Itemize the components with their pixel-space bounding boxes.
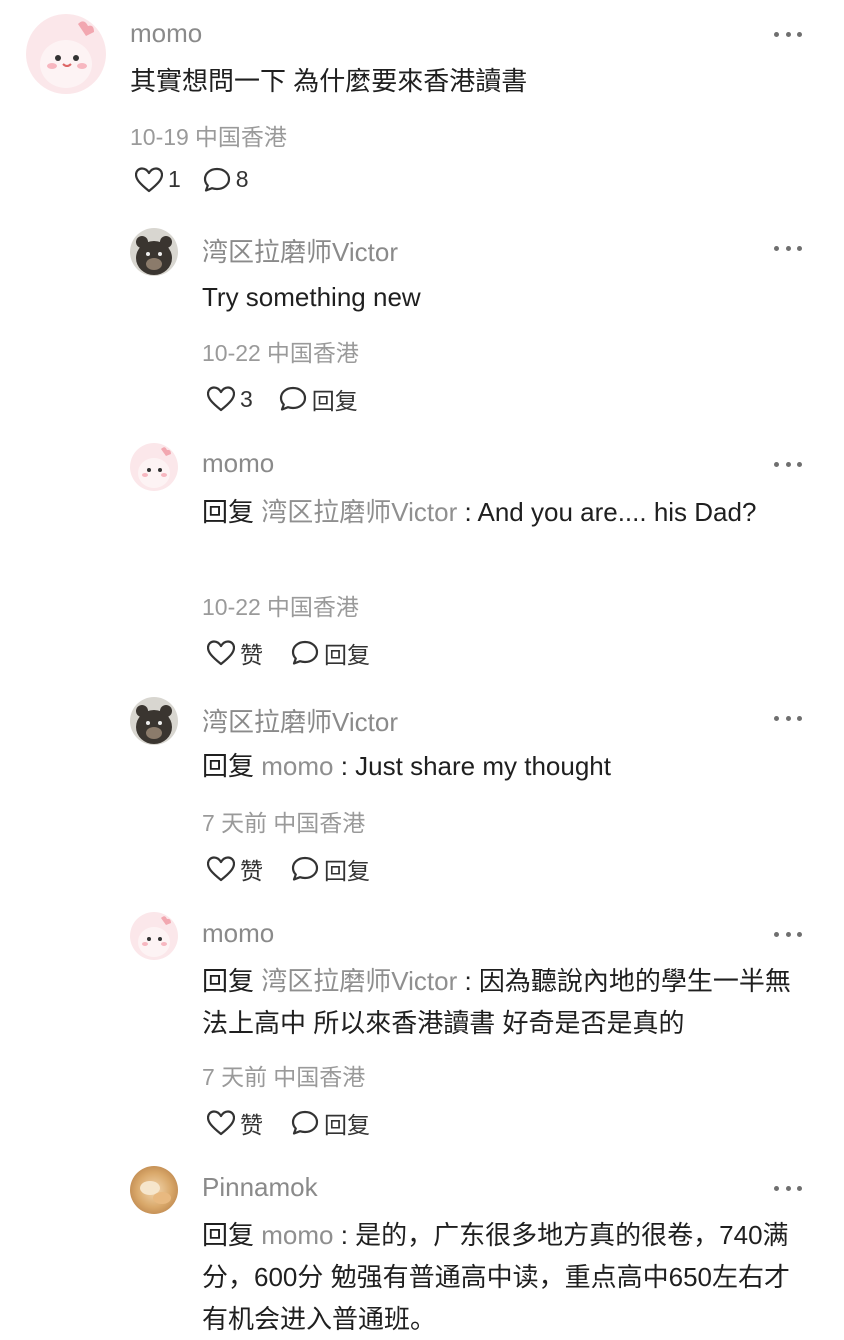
- like-button[interactable]: 赞: [207, 1106, 263, 1140]
- reply-separator: :: [457, 497, 478, 527]
- more-options-icon[interactable]: [774, 30, 802, 38]
- heart-icon: [207, 1110, 235, 1136]
- like-button[interactable]: 赞: [207, 636, 263, 670]
- comment-date: 10-22: [202, 594, 261, 620]
- comment-date: 10-19: [130, 124, 189, 150]
- reply-label: 回复: [324, 1112, 370, 1138]
- comment-content: Try something new: [202, 282, 421, 312]
- reply-button[interactable]: 8: [203, 166, 249, 193]
- comment-actions: 赞 回复: [207, 852, 370, 886]
- username[interactable]: momo: [130, 18, 202, 49]
- comment-text: 其實想問一下 為什麼要來香港讀書: [130, 60, 800, 102]
- comment-content: 其實想問一下 為什麼要來香港讀書: [130, 66, 528, 96]
- reply-label: 回复: [324, 642, 370, 668]
- reply-prefix: 回复: [202, 966, 255, 996]
- comment-actions: 赞 回复: [207, 1106, 370, 1140]
- comment-item: momo 其實想問一下 為什麼要來香港讀書 10-19 中国香港 1 8: [0, 0, 844, 210]
- avatar[interactable]: [130, 1166, 178, 1214]
- comment-meta: 10-22 中国香港: [202, 334, 359, 368]
- comment-date: 7 天前: [202, 810, 268, 836]
- like-label: 赞: [240, 1112, 263, 1138]
- comment-text: 回复 湾区拉磨师Victor : 因為聽說內地的學生一半無法上高中 所以來香港讀…: [202, 960, 792, 1044]
- reply-label: 回复: [311, 388, 358, 414]
- heart-icon: [207, 856, 235, 882]
- username[interactable]: 湾区拉磨师Victor: [202, 232, 398, 269]
- avatar[interactable]: [130, 912, 178, 960]
- comment-location: 中国香港: [273, 810, 366, 836]
- heart-icon: [207, 386, 235, 412]
- comment-bubble-icon: [279, 386, 306, 411]
- comment-bubble-icon: [203, 167, 230, 192]
- username[interactable]: momo: [202, 918, 274, 949]
- more-options-icon[interactable]: [774, 930, 802, 938]
- comment-location: 中国香港: [266, 594, 359, 620]
- more-options-icon[interactable]: [774, 460, 802, 468]
- reply-target-username[interactable]: 湾区拉磨师Victor: [261, 966, 457, 996]
- reply-label: 回复: [324, 858, 370, 884]
- reply-target-username[interactable]: 湾区拉磨师Victor: [261, 497, 457, 527]
- comment-location: 中国香港: [266, 340, 359, 366]
- comment-date: 10-22: [202, 340, 261, 366]
- username[interactable]: Pinnamok: [202, 1172, 318, 1203]
- avatar[interactable]: [130, 228, 178, 276]
- avatar[interactable]: [130, 443, 178, 491]
- reply-button[interactable]: 回复: [291, 1106, 370, 1140]
- reply-prefix: 回复: [202, 1220, 255, 1250]
- reply-prefix: 回复: [202, 751, 255, 781]
- comment-location: 中国香港: [194, 124, 287, 150]
- comment-text: Try something new: [202, 276, 802, 318]
- avatar[interactable]: [130, 697, 178, 745]
- reply-button[interactable]: 回复: [291, 852, 370, 886]
- like-label: 赞: [240, 858, 263, 884]
- more-options-icon[interactable]: [774, 714, 802, 722]
- comment-bubble-icon: [291, 1110, 319, 1135]
- reply-prefix: 回复: [202, 497, 255, 527]
- reply-target-username[interactable]: momo: [261, 751, 333, 781]
- like-count: 1: [168, 166, 181, 192]
- more-options-icon[interactable]: [774, 1184, 802, 1192]
- reply-separator: :: [333, 751, 356, 781]
- reply-button[interactable]: 回复: [279, 382, 358, 416]
- heart-icon: [135, 166, 163, 192]
- comment-text: 回复 momo : 是的，广东很多地方真的很卷，740满分，600分 勉强有普通…: [202, 1214, 808, 1340]
- comment-content: Just share my thought: [355, 751, 611, 781]
- comment-text: 回复 湾区拉磨师Victor : And you are.... his Dad…: [202, 491, 784, 533]
- comment-text: 回复 momo : Just share my thought: [202, 745, 802, 787]
- like-button[interactable]: 赞: [207, 852, 263, 886]
- comment-meta: 7 天前 中国香港: [202, 1058, 365, 1092]
- reply-separator: :: [333, 1220, 356, 1250]
- comment-meta: 10-22 中国香港: [202, 588, 359, 622]
- heart-icon: [207, 640, 235, 666]
- like-button[interactable]: 1: [135, 166, 181, 193]
- comment-meta: 7 天前 中国香港: [202, 804, 365, 838]
- comment-actions: 3 回复: [207, 382, 358, 416]
- reply-target-username[interactable]: momo: [261, 1220, 333, 1250]
- reply-button[interactable]: 回复: [291, 636, 370, 670]
- comment-bubble-icon: [291, 856, 319, 881]
- comment-location: 中国香港: [273, 1064, 366, 1090]
- username[interactable]: 湾区拉磨师Victor: [202, 702, 398, 739]
- username[interactable]: momo: [202, 448, 274, 479]
- comment-actions: 赞 回复: [207, 636, 370, 670]
- comment-date: 7 天前: [202, 1064, 268, 1090]
- like-label: 赞: [240, 642, 263, 668]
- comment-bubble-icon: [291, 640, 319, 665]
- comment-meta: 10-19 中国香港: [130, 118, 287, 152]
- comment-content: And you are.... his Dad?: [477, 497, 757, 527]
- reply-count: 8: [235, 166, 249, 192]
- reply-separator: :: [457, 966, 479, 996]
- like-button[interactable]: 3: [207, 386, 253, 413]
- like-count: 3: [240, 385, 253, 412]
- avatar[interactable]: [26, 14, 106, 94]
- more-options-icon[interactable]: [774, 244, 802, 252]
- comment-actions: 1 8: [135, 166, 249, 193]
